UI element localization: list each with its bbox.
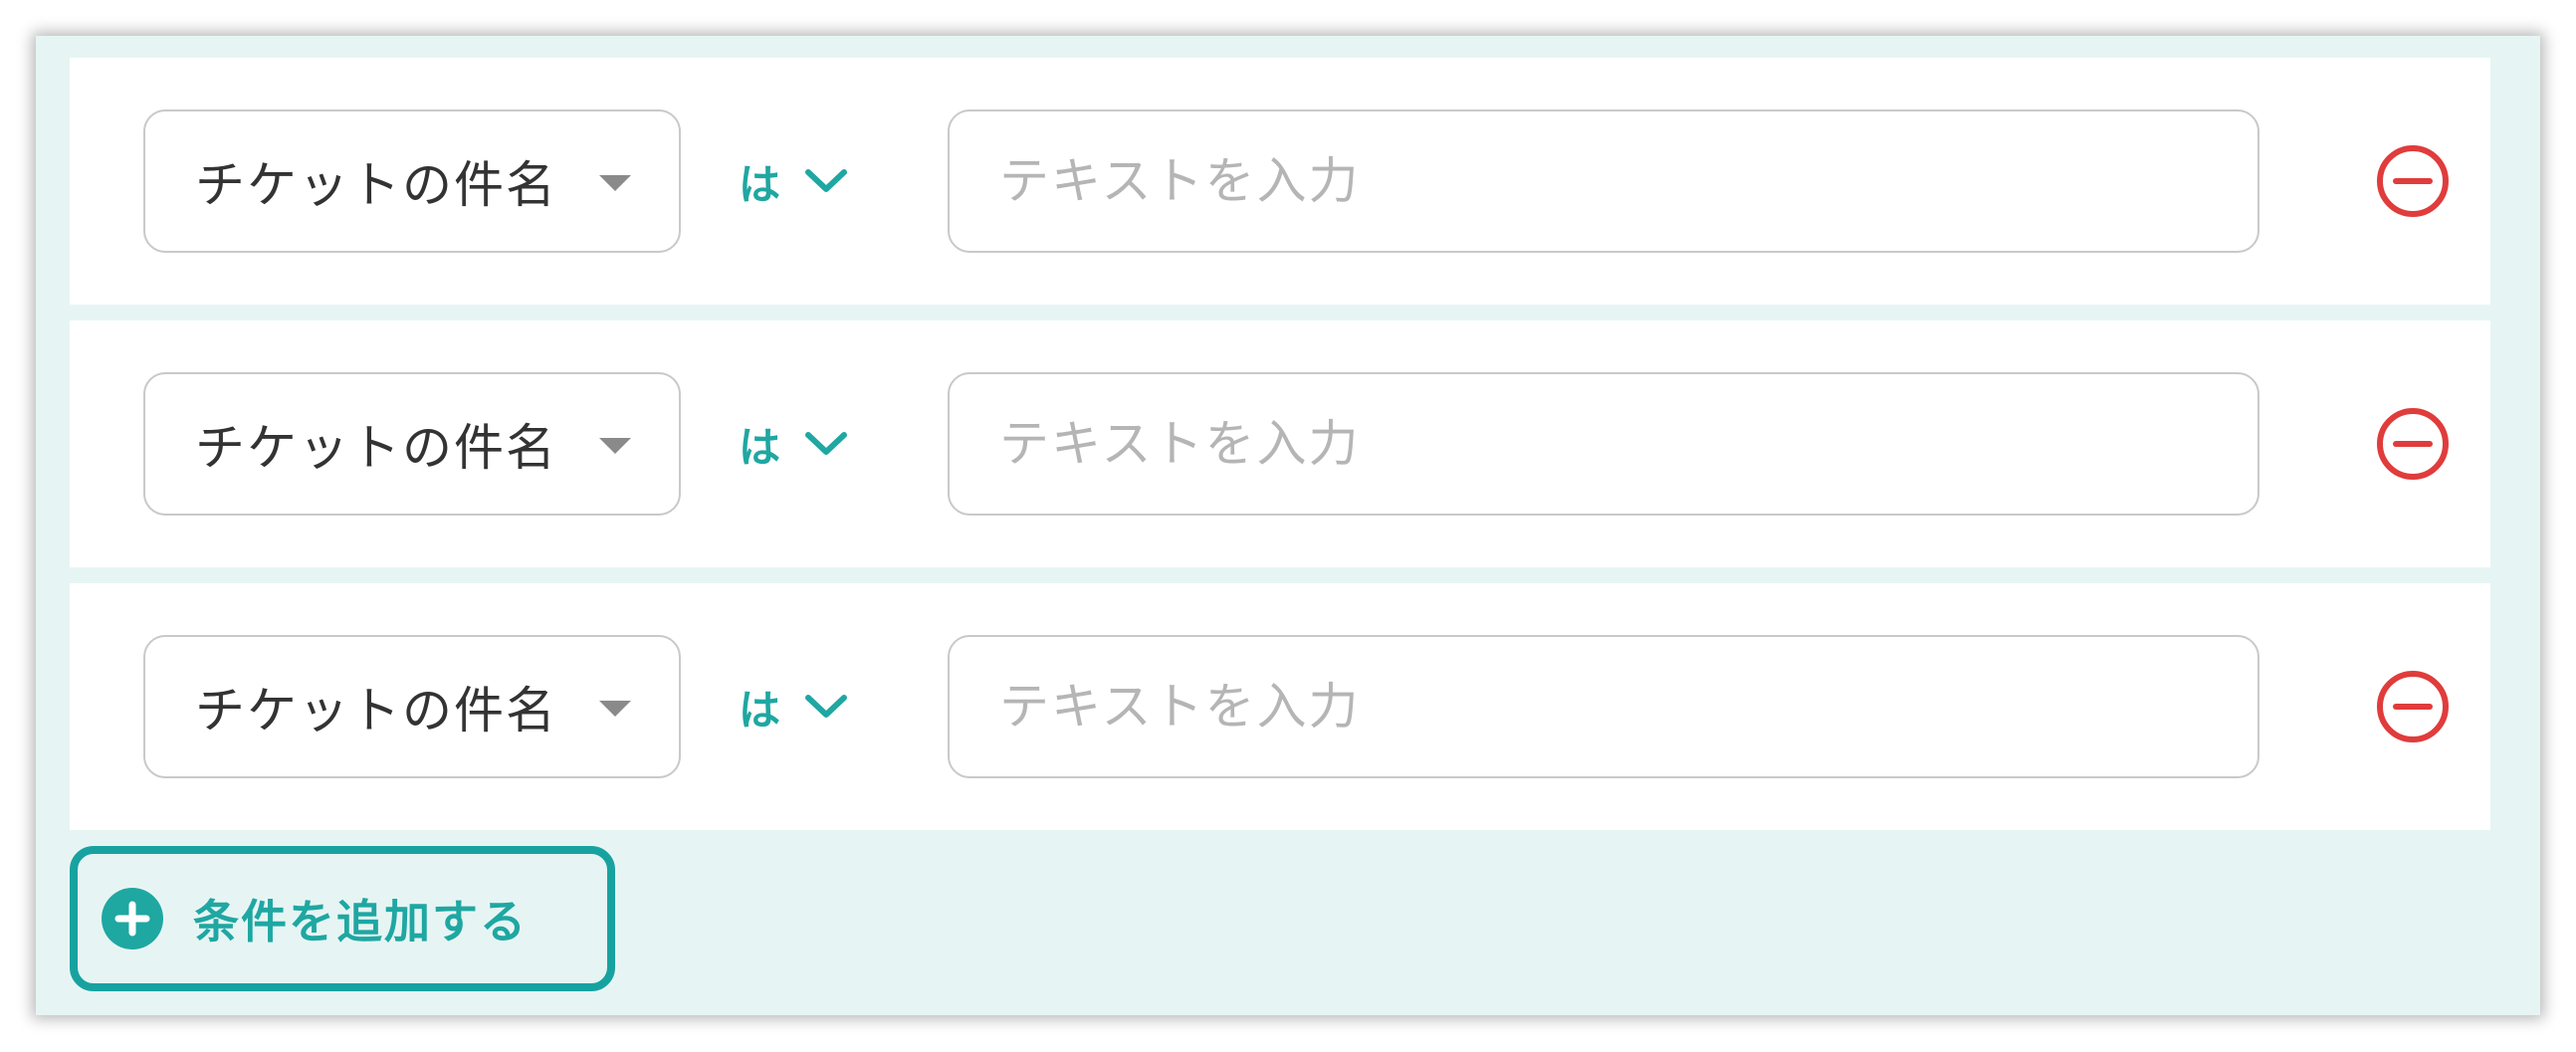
remove-condition-button[interactable] bbox=[2375, 143, 2451, 219]
minus-circle-icon bbox=[2377, 671, 2449, 742]
minus-circle-icon bbox=[2377, 408, 2449, 480]
field-select[interactable]: チケットの件名 bbox=[143, 635, 681, 778]
caret-down-icon bbox=[599, 438, 631, 454]
chevron-down-icon bbox=[805, 169, 848, 192]
chevron-down-icon bbox=[805, 432, 848, 455]
operator-label: は bbox=[739, 685, 781, 735]
remove-condition-button[interactable] bbox=[2375, 406, 2451, 482]
operator-select[interactable]: は bbox=[739, 372, 848, 516]
field-select-label: チケットの件名 bbox=[195, 682, 557, 739]
field-select[interactable]: チケットの件名 bbox=[143, 109, 681, 253]
field-select[interactable]: チケットの件名 bbox=[143, 372, 681, 516]
condition-text-input[interactable] bbox=[948, 372, 2259, 516]
field-select-label: チケットの件名 bbox=[195, 419, 557, 477]
caret-down-icon bbox=[599, 175, 631, 191]
caret-down-icon bbox=[599, 701, 631, 717]
condition-text-input[interactable] bbox=[948, 109, 2259, 253]
field-select-label: チケットの件名 bbox=[195, 156, 557, 214]
plus-circle-icon bbox=[102, 888, 163, 949]
remove-condition-button[interactable] bbox=[2375, 669, 2451, 744]
condition-row: チケットの件名 は bbox=[70, 583, 2490, 830]
operator-label: は bbox=[739, 422, 781, 472]
minus-circle-icon bbox=[2377, 145, 2449, 217]
add-condition-button[interactable]: 条件を追加する bbox=[70, 846, 615, 991]
condition-row: チケットの件名 は bbox=[70, 58, 2490, 305]
operator-select[interactable]: は bbox=[739, 635, 848, 778]
chevron-down-icon bbox=[805, 695, 848, 718]
add-condition-label: 条件を追加する bbox=[193, 895, 528, 948]
operator-label: は bbox=[739, 159, 781, 209]
condition-text-input[interactable] bbox=[948, 635, 2259, 778]
condition-row: チケットの件名 は bbox=[70, 320, 2490, 567]
condition-panel: チケットの件名 は チケットの件名 は bbox=[36, 36, 2540, 1015]
operator-select[interactable]: は bbox=[739, 109, 848, 253]
